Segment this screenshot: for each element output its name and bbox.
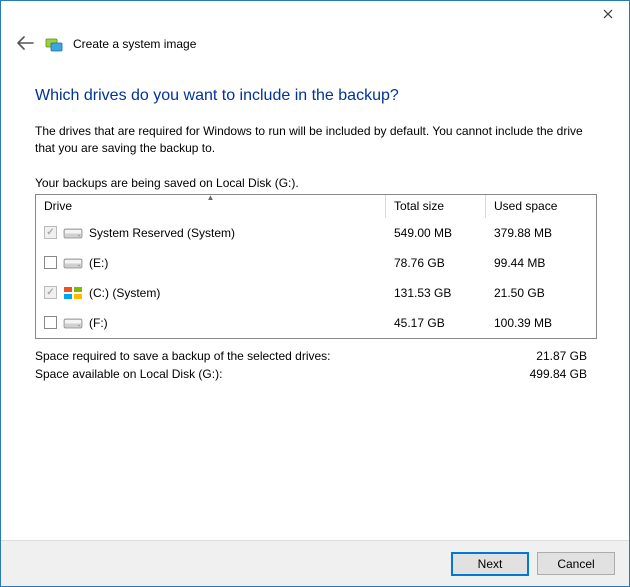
next-button[interactable]: Next — [451, 552, 529, 576]
cancel-button[interactable]: Cancel — [537, 552, 615, 575]
hard-drive-icon — [63, 256, 83, 270]
windows-logo-icon — [63, 286, 83, 300]
column-header-total[interactable]: Total size — [386, 195, 486, 218]
sort-indicator-icon: ▲ — [207, 193, 215, 202]
backup-destination-text: Your backups are being saved on Local Di… — [35, 176, 597, 190]
drive-label: System Reserved (System) — [89, 226, 235, 240]
back-button[interactable] — [15, 35, 35, 53]
hard-drive-icon — [63, 316, 83, 330]
used-space-value: 100.39 MB — [486, 314, 596, 332]
total-size-value: 78.76 GB — [386, 254, 486, 272]
wizard-content: Which drives do you want to include in t… — [1, 63, 629, 393]
total-size-value: 131.53 GB — [386, 284, 486, 302]
used-space-value: 21.50 GB — [486, 284, 596, 302]
drive-cell: (F:) — [36, 314, 386, 332]
system-image-icon — [45, 35, 63, 53]
used-space-value: 99.44 MB — [486, 254, 596, 272]
table-header: Drive ▲ Total size Used space — [36, 195, 596, 218]
space-required-label: Space required to save a backup of the s… — [35, 349, 331, 363]
space-available-value: 499.84 GB — [530, 367, 587, 381]
wizard-title: Create a system image — [73, 37, 196, 51]
drive-checkbox[interactable] — [44, 256, 57, 269]
drive-label: (C:) (System) — [89, 286, 160, 300]
drive-table: Drive ▲ Total size Used space System Res… — [35, 194, 597, 339]
drive-cell: (C:) (System) — [36, 284, 386, 302]
space-summary: Space required to save a backup of the s… — [35, 347, 597, 383]
drive-checkbox — [44, 226, 57, 239]
page-heading: Which drives do you want to include in t… — [35, 87, 597, 105]
hard-drive-icon — [63, 226, 83, 240]
total-size-value: 45.17 GB — [386, 314, 486, 332]
wizard-footer: Next Cancel — [1, 540, 629, 586]
wizard-header: Create a system image — [1, 31, 629, 63]
used-space-value: 379.88 MB — [486, 224, 596, 242]
space-required-value: 21.87 GB — [536, 349, 587, 363]
back-arrow-icon — [16, 36, 34, 50]
table-row: (C:) (System) 131.53 GB21.50 GB — [36, 278, 596, 308]
page-description: The drives that are required for Windows… — [35, 123, 597, 158]
column-header-drive[interactable]: Drive ▲ — [36, 195, 386, 218]
total-size-value: 549.00 MB — [386, 224, 486, 242]
space-available-label: Space available on Local Disk (G:): — [35, 367, 222, 381]
drive-label: (F:) — [89, 316, 108, 330]
close-icon — [603, 9, 613, 19]
drive-cell: (E:) — [36, 254, 386, 272]
drive-cell: System Reserved (System) — [36, 224, 386, 242]
drive-label: (E:) — [89, 256, 108, 270]
drive-checkbox[interactable] — [44, 316, 57, 329]
title-bar — [1, 1, 629, 31]
table-row: (F:) 45.17 GB100.39 MB — [36, 308, 596, 338]
table-row: (E:) 78.76 GB99.44 MB — [36, 248, 596, 278]
drive-checkbox — [44, 286, 57, 299]
column-header-used[interactable]: Used space — [486, 195, 596, 218]
table-row: System Reserved (System) 549.00 MB379.88 … — [36, 218, 596, 248]
close-button[interactable] — [587, 1, 629, 27]
